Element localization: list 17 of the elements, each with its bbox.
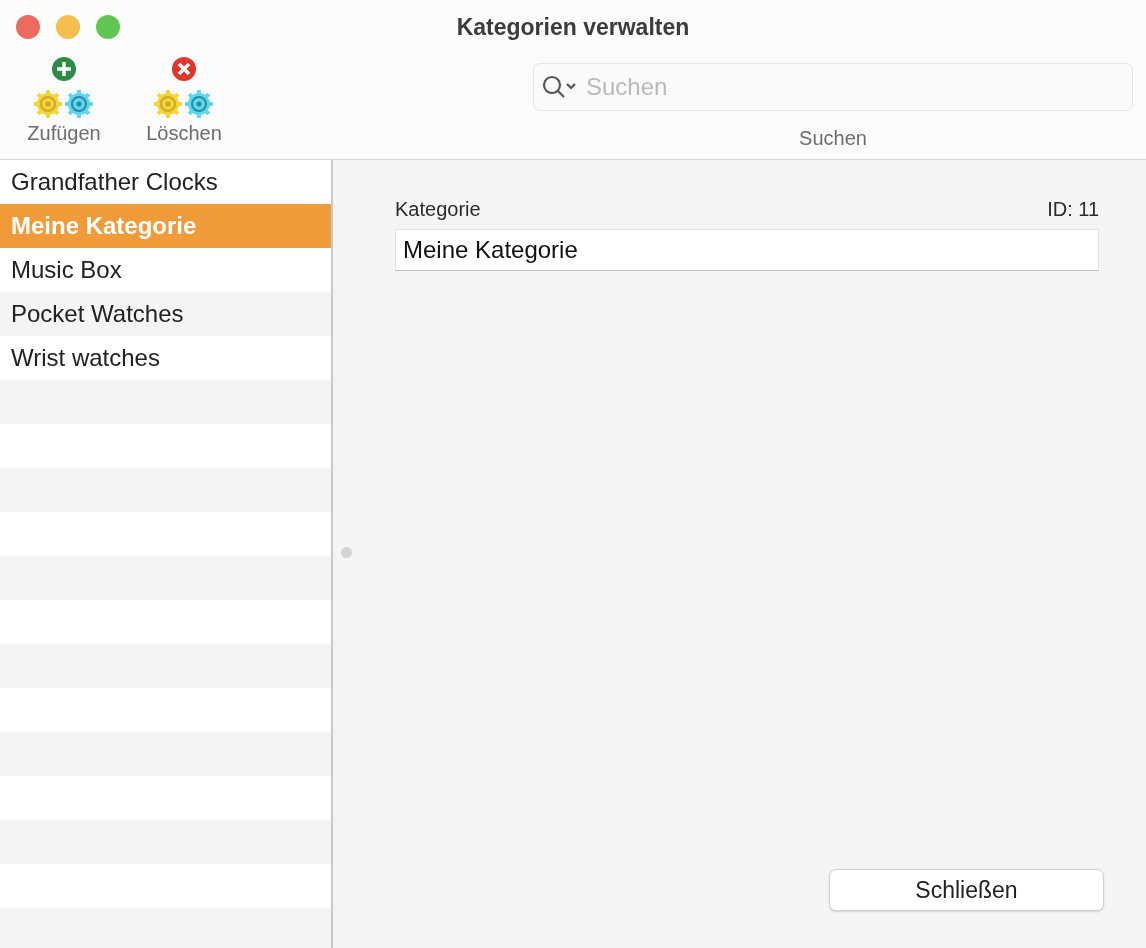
- category-item[interactable]: Wrist watches: [0, 336, 331, 380]
- minimize-window-button[interactable]: [56, 15, 80, 39]
- add-button[interactable]: Zufügen: [4, 56, 124, 145]
- field-label: Kategorie: [395, 198, 481, 221]
- close-window-button[interactable]: [16, 15, 40, 39]
- search-label: Suchen: [799, 127, 867, 150]
- category-item[interactable]: Music Box: [0, 248, 331, 292]
- split-handle[interactable]: [341, 547, 352, 558]
- category-name-field[interactable]: Meine Kategorie: [395, 229, 1099, 271]
- category-item[interactable]: Pocket Watches: [0, 292, 331, 336]
- window-title: Kategorien verwalten: [456, 13, 690, 40]
- zoom-window-button[interactable]: [96, 15, 120, 39]
- delete-button[interactable]: Löschen: [124, 56, 244, 145]
- search-field[interactable]: Suchen: [533, 63, 1133, 111]
- close-button[interactable]: Schließen: [829, 869, 1104, 911]
- id-label: ID: 11: [1047, 198, 1099, 221]
- category-item[interactable]: Grandfather Clocks: [0, 160, 331, 204]
